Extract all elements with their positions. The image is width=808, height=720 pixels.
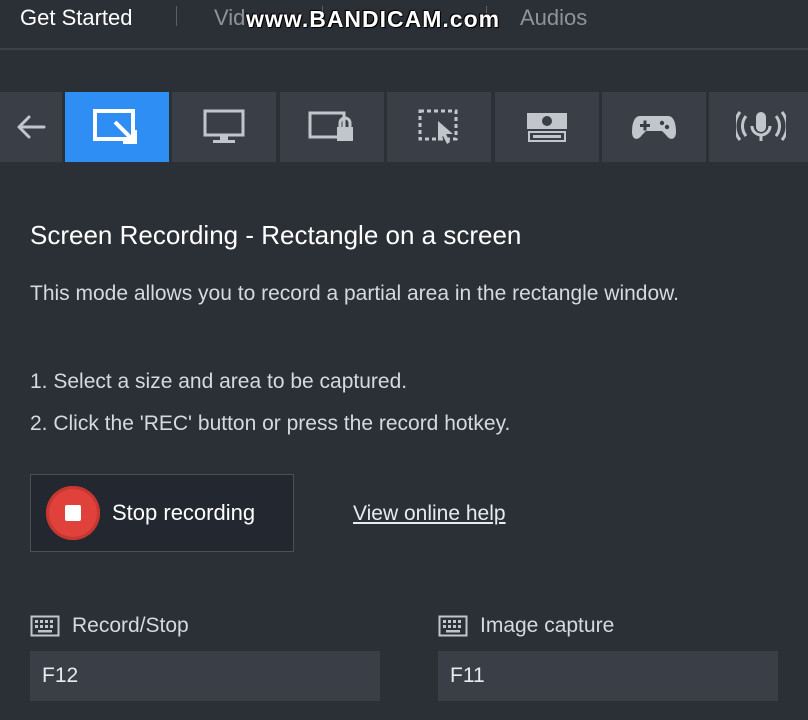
record-stop-hotkey-label: Record/Stop <box>30 614 189 638</box>
watermark: www.BANDICAM.com <box>246 6 501 32</box>
back-button[interactable] <box>0 92 62 162</box>
mode-rectangle-button[interactable] <box>65 92 169 162</box>
instruction-step-1: 1. Select a size and area to be captured… <box>30 370 408 393</box>
instruction-step-2: 2. Click the 'REC' button or press the r… <box>30 412 511 435</box>
mode-fullscreen-button[interactable] <box>172 92 276 162</box>
mode-around-mouse-button[interactable] <box>387 92 491 162</box>
record-icon <box>46 486 100 540</box>
tab-get-started[interactable]: Get Started <box>20 5 133 31</box>
window-lock-icon <box>308 111 353 141</box>
record-stop-hotkey-input[interactable] <box>30 651 380 701</box>
view-online-help-link[interactable]: View online help <box>353 502 506 526</box>
mode-toolbar <box>0 92 808 162</box>
dashed-area-cursor-icon <box>418 109 458 144</box>
top-navigation: Get Started Vid Audios www.BANDICAM.com <box>0 0 808 50</box>
tab-separator <box>176 6 177 26</box>
image-capture-hotkey-label: Image capture <box>438 614 614 638</box>
record-stop-label-text: Record/Stop <box>72 614 189 637</box>
mode-locked-window-button[interactable] <box>280 92 384 162</box>
monitor-icon <box>203 109 245 143</box>
keyboard-icon <box>438 615 468 637</box>
tab-videos[interactable]: Vid <box>214 5 245 31</box>
image-capture-label-text: Image capture <box>480 614 615 637</box>
stop-recording-button[interactable]: Stop recording <box>30 474 294 552</box>
arrow-left-icon <box>17 115 46 139</box>
hdmi-device-icon <box>527 113 567 142</box>
mode-device-button[interactable] <box>495 92 599 162</box>
stop-square-icon <box>65 505 81 521</box>
rectangle-area-icon <box>93 109 137 144</box>
tab-audios[interactable]: Audios <box>520 5 587 31</box>
mode-audio-button[interactable] <box>709 92 808 162</box>
gamepad-icon <box>632 116 676 139</box>
microphone-icon <box>736 111 786 141</box>
mode-description: This mode allows you to record a partial… <box>30 282 680 305</box>
mode-game-button[interactable] <box>602 92 706 162</box>
keyboard-icon <box>30 615 60 637</box>
record-button-label: Stop recording <box>112 500 256 525</box>
page-title: Screen Recording - Rectangle on a screen <box>30 220 522 250</box>
image-capture-hotkey-input[interactable] <box>438 651 778 701</box>
